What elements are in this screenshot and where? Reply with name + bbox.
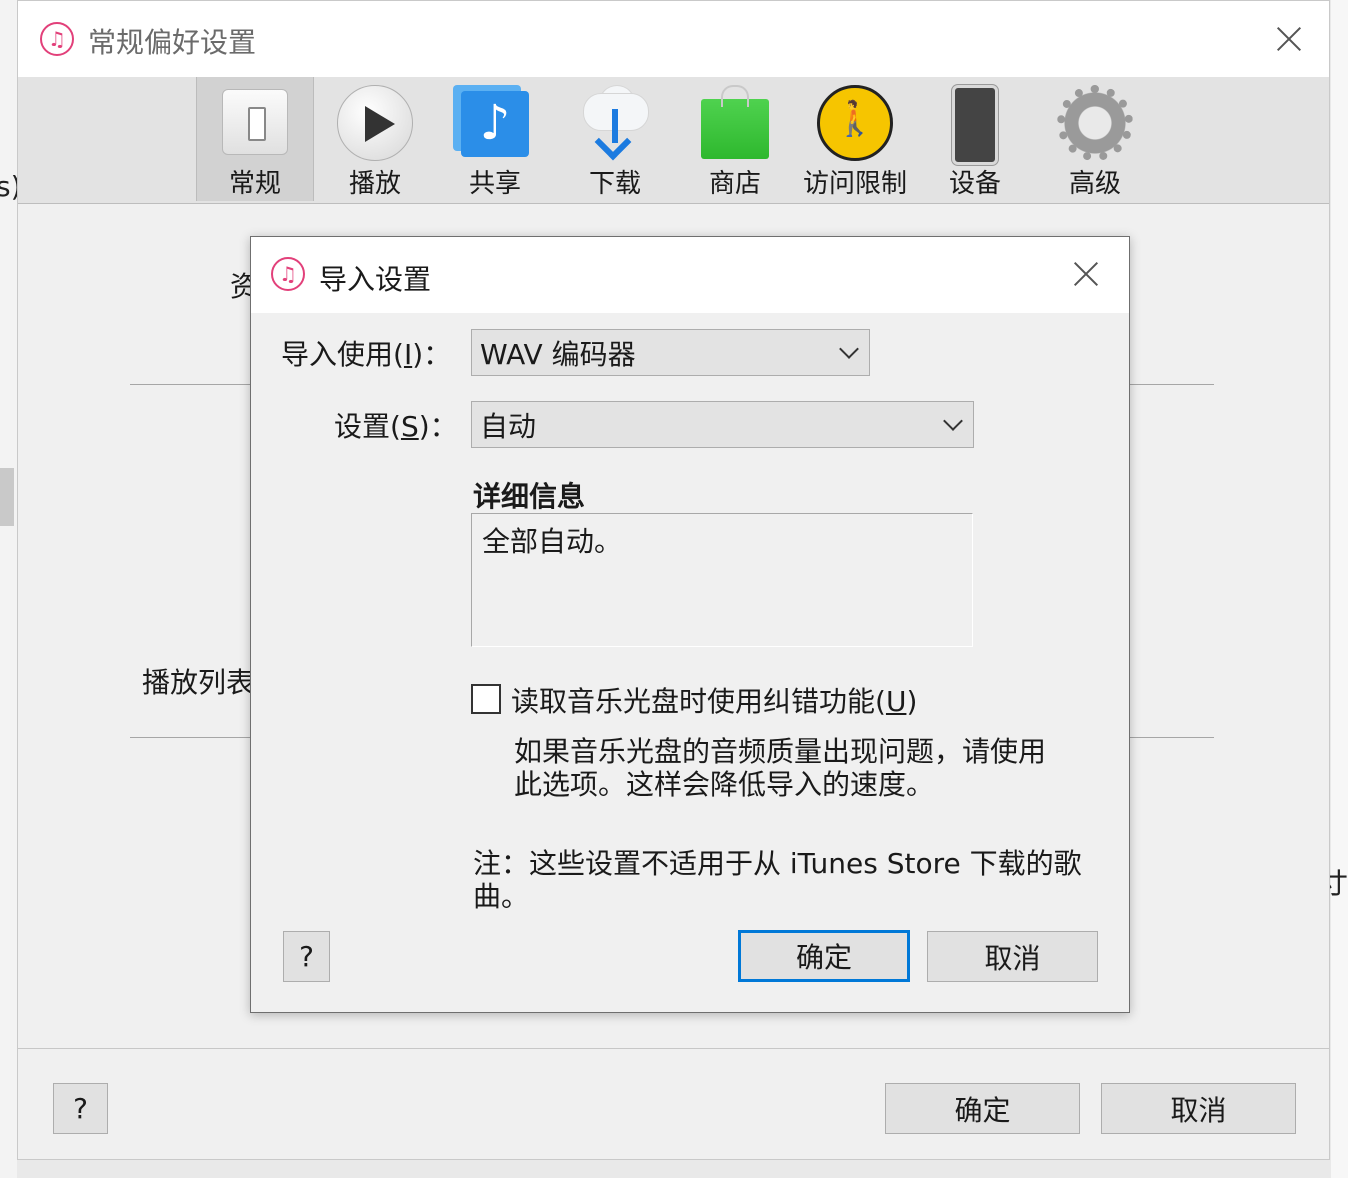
tab-store-label: 商店 — [708, 169, 761, 199]
main-ok-button[interactable]: 确定 — [885, 1083, 1080, 1134]
details-heading: 详细信息 — [473, 480, 586, 513]
main-help-button[interactable]: ? — [53, 1083, 108, 1134]
tab-downloads[interactable]: 下载 — [556, 77, 674, 201]
general-switch-icon — [222, 89, 288, 155]
setting-value: 自动 — [480, 409, 537, 443]
error-correction-help-text: 如果音乐光盘的音频质量出现问题，请使用 此选项。这样会降低导入的速度。 — [514, 735, 1047, 801]
dialog-ok-button[interactable]: 确定 — [738, 930, 910, 982]
tab-store[interactable]: 商店 — [676, 77, 794, 201]
dialog-title: 导入设置 — [319, 263, 432, 296]
store-bag-icon — [701, 85, 769, 159]
footer-divider — [18, 1048, 1329, 1049]
import-using-value: WAV 编码器 — [480, 337, 636, 371]
play-icon — [337, 85, 413, 161]
tab-restrictions[interactable]: 访问限制 — [796, 77, 914, 201]
device-phone-icon — [952, 85, 998, 165]
setting-label: 设置(S)： — [334, 410, 458, 443]
tab-restrictions-label: 访问限制 — [802, 169, 907, 199]
import-using-select[interactable]: WAV 编码器 — [471, 329, 870, 376]
dialog-close-button[interactable] — [1073, 261, 1099, 287]
preferences-toolbar: 常规 播放 共享 下载 商店 访问限制 设备 — [18, 77, 1329, 204]
parental-restrictions-icon — [817, 85, 893, 161]
tab-devices[interactable]: 设备 — [916, 77, 1034, 201]
import-settings-dialog: ♫ 导入设置 导入使用(I)： WAV 编码器 设置(S)： 自动 详细信息 全… — [250, 236, 1130, 1013]
background-edge-right — [1331, 0, 1348, 1178]
setting-select[interactable]: 自动 — [471, 401, 974, 448]
tab-advanced-label: 高级 — [1068, 169, 1121, 199]
main-titlebar: ♫ 常规偏好设置 — [18, 1, 1329, 77]
itunes-icon: ♫ — [40, 22, 74, 56]
tab-sharing[interactable]: 共享 — [436, 77, 554, 201]
itunes-store-note: 注：这些设置不适用于从 iTunes Store 下载的歌 曲。 — [473, 847, 1082, 913]
music-share-icon — [461, 91, 529, 157]
error-correction-checkbox[interactable] — [471, 684, 501, 714]
details-textbox: 全部自动。 — [471, 513, 973, 647]
tab-downloads-label: 下载 — [588, 169, 641, 199]
dialog-cancel-button[interactable]: 取消 — [927, 931, 1098, 982]
chevron-down-icon — [839, 339, 859, 359]
tab-playback[interactable]: 播放 — [316, 77, 434, 201]
itunes-icon: ♫ — [271, 257, 305, 291]
chevron-down-icon — [943, 411, 963, 431]
gear-icon — [1057, 85, 1133, 161]
playlist-label-fragment: 播放列表 — [142, 666, 254, 699]
dialog-titlebar: ♫ 导入设置 — [251, 237, 1129, 313]
tab-devices-label: 设备 — [948, 169, 1001, 199]
cloud-download-icon — [577, 85, 653, 161]
tab-general-label: 常规 — [228, 169, 281, 199]
error-correction-label[interactable]: 读取音乐光盘时使用纠错功能(U) — [511, 680, 917, 720]
tab-advanced[interactable]: 高级 — [1036, 77, 1154, 201]
main-close-button[interactable] — [1276, 26, 1302, 52]
tab-general[interactable]: 常规 — [196, 77, 314, 201]
dialog-help-button[interactable]: ? — [283, 931, 330, 982]
background-scrollbar-thumb — [0, 468, 14, 526]
main-cancel-button[interactable]: 取消 — [1101, 1083, 1296, 1134]
window-title: 常规偏好设置 — [88, 26, 257, 59]
tab-playback-label: 播放 — [348, 169, 401, 199]
import-using-label: 导入使用(I)： — [281, 338, 452, 371]
tab-sharing-label: 共享 — [468, 169, 521, 199]
